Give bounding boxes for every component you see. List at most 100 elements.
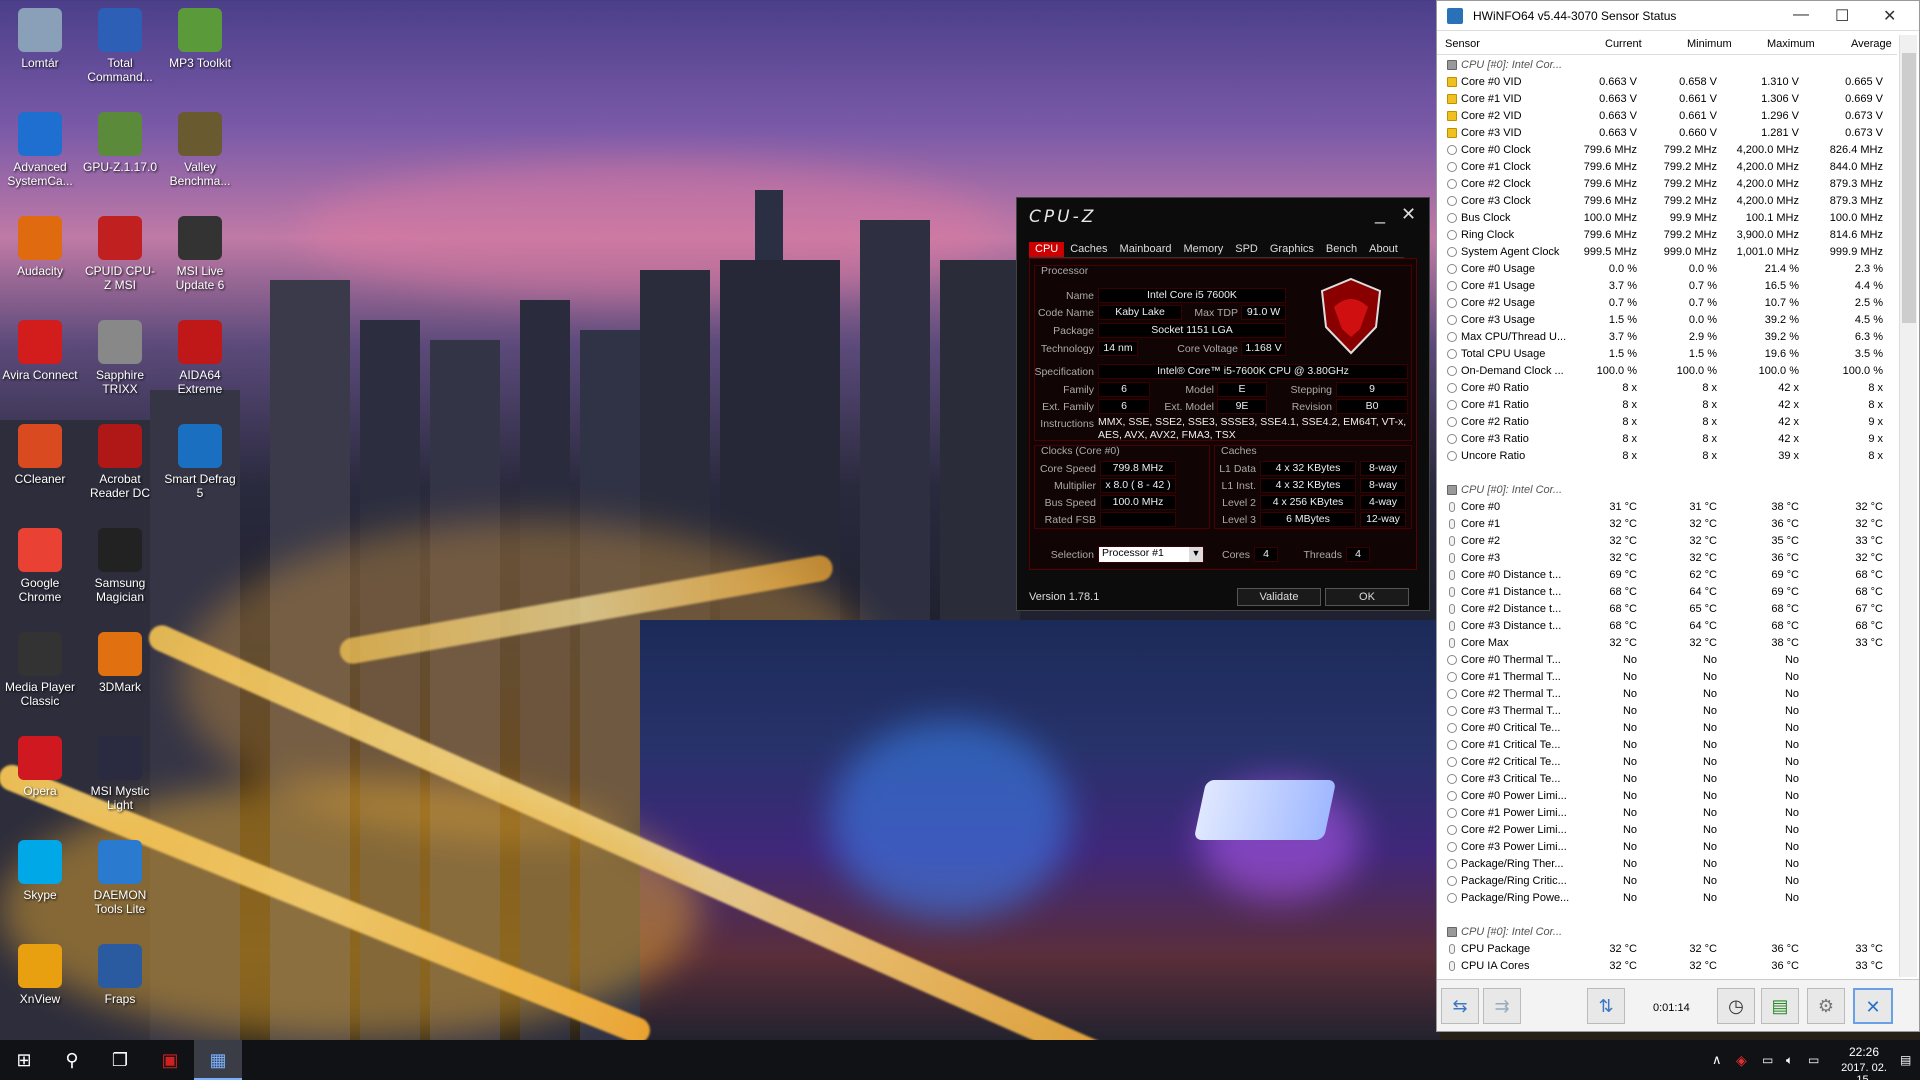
tab-mainboard[interactable]: Mainboard bbox=[1113, 242, 1178, 258]
table-row[interactable]: Core #3 Distance t... 68 °C 64 °C 68 °C 68 °… bbox=[1437, 618, 1897, 635]
tab-about[interactable]: About bbox=[1363, 242, 1404, 258]
desktop-icon[interactable]: MP3 Toolkit bbox=[162, 8, 238, 70]
taskbar-cpuz-icon[interactable]: ▣ bbox=[146, 1040, 194, 1080]
cpuz-window[interactable]: CPU-Z _ ✕ CPU Caches Mainboard Memory SPD Gra… bbox=[1016, 197, 1430, 611]
minimize-icon[interactable]: — bbox=[1793, 6, 1809, 24]
desktop-icon[interactable]: Google Chrome bbox=[2, 528, 78, 604]
clock-icon[interactable]: ◷ bbox=[1717, 988, 1755, 1024]
desktop-icon[interactable]: Smart Defrag 5 bbox=[162, 424, 238, 500]
table-row[interactable]: Core #1 Power Limi... No No No bbox=[1437, 805, 1897, 822]
windows-start-icon[interactable]: ⊞ bbox=[0, 1040, 48, 1080]
table-row[interactable]: Core #2 Distance t... 68 °C 65 °C 68 °C 67 °… bbox=[1437, 601, 1897, 618]
scrollbar[interactable] bbox=[1899, 35, 1917, 977]
tray-keyboard-icon[interactable]: ▭ bbox=[1808, 1040, 1819, 1080]
desktop-icon[interactable]: CPUID CPU-Z MSI bbox=[82, 216, 158, 292]
table-row[interactable]: Core #0 VID 0.663 V 0.658 V 1.310 V 0.665 V bbox=[1437, 74, 1897, 91]
table-row[interactable]: Core #3 Critical Te... No No No bbox=[1437, 771, 1897, 788]
close-icon[interactable]: ✕ bbox=[1401, 204, 1416, 225]
minimize-icon[interactable]: _ bbox=[1375, 204, 1385, 225]
desktop-icon[interactable]: DAEMON Tools Lite bbox=[82, 840, 158, 916]
tray-network-icon[interactable]: ▭ bbox=[1762, 1040, 1773, 1080]
table-row[interactable]: Core #1 Usage 3.7 % 0.7 % 16.5 % 4.4 % bbox=[1437, 278, 1897, 295]
desktop-icon[interactable]: Fraps bbox=[82, 944, 158, 1006]
report-icon[interactable]: ▤ bbox=[1761, 988, 1799, 1024]
col-current[interactable]: Current bbox=[1605, 38, 1642, 50]
table-row[interactable]: Core #0 Thermal T... No No No bbox=[1437, 652, 1897, 669]
desktop-icon[interactable]: Lomtár bbox=[2, 8, 78, 70]
table-row[interactable]: Core #2 VID 0.663 V 0.661 V 1.296 V 0.673 V bbox=[1437, 108, 1897, 125]
table-row[interactable]: Core #0 Clock 799.6 MHz 799.2 MHz 4,200.0 M… bbox=[1437, 142, 1897, 159]
table-row[interactable]: System Agent Clock 999.5 MHz 999.0 MHz 1,00… bbox=[1437, 244, 1897, 261]
table-row[interactable]: Core #1 Ratio 8 x 8 x 42 x 8 x bbox=[1437, 397, 1897, 414]
table-row[interactable]: Core #2 Critical Te... No No No bbox=[1437, 754, 1897, 771]
hwinfo-titlebar[interactable]: HWiNFO64 v5.44-3070 Sensor Status — ☐ ✕ bbox=[1437, 1, 1919, 31]
tab-spd[interactable]: SPD bbox=[1229, 242, 1264, 258]
desktop-icon[interactable]: Samsung Magician bbox=[82, 528, 158, 604]
table-row[interactable]: Core #3 Usage 1.5 % 0.0 % 39.2 % 4.5 % bbox=[1437, 312, 1897, 329]
table-row[interactable]: Core #1 Critical Te... No No No bbox=[1437, 737, 1897, 754]
desktop-icon[interactable]: MSI Live Update 6 bbox=[162, 216, 238, 292]
table-row[interactable]: Core #0 Distance t... 69 °C 62 °C 69 °C 68 °… bbox=[1437, 567, 1897, 584]
close-icon[interactable]: ✕ bbox=[1883, 6, 1896, 26]
table-row[interactable]: Core #2 Clock 799.6 MHz 799.2 MHz 4,200.0 M… bbox=[1437, 176, 1897, 193]
desktop-icon[interactable]: Skype bbox=[2, 840, 78, 902]
settings-gear-icon[interactable]: ⚙ bbox=[1807, 988, 1845, 1024]
table-row[interactable]: Core #3 Thermal T... No No No bbox=[1437, 703, 1897, 720]
maximize-icon[interactable]: ☐ bbox=[1835, 6, 1849, 26]
table-row[interactable]: Package/Ring Critic... No No No bbox=[1437, 873, 1897, 890]
table-row[interactable]: Core #1 Distance t... 68 °C 64 °C 69 °C 68 °… bbox=[1437, 584, 1897, 601]
desktop-icon[interactable]: Media Player Classic bbox=[2, 632, 78, 708]
network-icon[interactable]: ⇅ bbox=[1587, 988, 1625, 1024]
table-row[interactable]: Core #3 Ratio 8 x 8 x 42 x 9 x bbox=[1437, 431, 1897, 448]
ok-button[interactable]: OK bbox=[1325, 588, 1409, 606]
tab-memory[interactable]: Memory bbox=[1177, 242, 1230, 258]
tray-volume-icon[interactable]: 🔈︎ bbox=[1786, 1040, 1793, 1080]
sensor-group-header[interactable]: CPU [#0]: Intel Cor... bbox=[1437, 57, 1897, 74]
chevron-down-icon[interactable]: ▼ bbox=[1189, 547, 1203, 562]
task-view-icon[interactable]: ❐ bbox=[96, 1040, 144, 1080]
desktop-icon[interactable]: Avira Connect bbox=[2, 320, 78, 382]
table-row[interactable]: On-Demand Clock ... 100.0 % 100.0 % 100.0 %… bbox=[1437, 363, 1897, 380]
scrollbar-thumb[interactable] bbox=[1902, 53, 1916, 323]
table-row[interactable]: Bus Clock 100.0 MHz 99.9 MHz 100.1 MHz 100.0… bbox=[1437, 210, 1897, 227]
table-row[interactable]: Core #0 31 °C 31 °C 38 °C 32 °C bbox=[1437, 499, 1897, 516]
processor-select[interactable]: Processor #1 ▼ bbox=[1098, 546, 1204, 563]
desktop-icon[interactable]: Sapphire TRIXX bbox=[82, 320, 158, 396]
table-row[interactable]: Package/Ring Ther... No No No bbox=[1437, 856, 1897, 873]
col-maximum[interactable]: Maximum bbox=[1767, 38, 1815, 50]
table-row[interactable]: Core #2 Thermal T... No No No bbox=[1437, 686, 1897, 703]
table-row[interactable]: Core #0 Critical Te... No No No bbox=[1437, 720, 1897, 737]
tab-graphics[interactable]: Graphics bbox=[1263, 242, 1320, 258]
desktop-icon[interactable]: Advanced SystemCa... bbox=[2, 112, 78, 188]
desktop-icon[interactable]: Valley Benchma... bbox=[162, 112, 238, 188]
tray-clock[interactable]: 22:26 2017. 02. 15. bbox=[1834, 1040, 1894, 1080]
sensor-group-header[interactable]: CPU [#0]: Intel Cor... bbox=[1437, 482, 1897, 499]
col-minimum[interactable]: Minimum bbox=[1687, 38, 1732, 50]
tray-avira-icon[interactable]: ◈ bbox=[1736, 1040, 1747, 1080]
table-row[interactable]: Core #0 Ratio 8 x 8 x 42 x 8 x bbox=[1437, 380, 1897, 397]
table-row[interactable]: Total CPU Usage 1.5 % 1.5 % 19.6 % 3.5 % bbox=[1437, 346, 1897, 363]
table-row[interactable]: Core #2 Ratio 8 x 8 x 42 x 9 x bbox=[1437, 414, 1897, 431]
table-row[interactable]: Core #3 32 °C 32 °C 36 °C 32 °C bbox=[1437, 550, 1897, 567]
desktop-icon[interactable]: XnView bbox=[2, 944, 78, 1006]
col-sensor[interactable]: Sensor bbox=[1445, 38, 1480, 50]
nav-left-right-icon[interactable]: ⇆ bbox=[1441, 988, 1479, 1024]
desktop-icon[interactable]: Opera bbox=[2, 736, 78, 798]
tab-cpu[interactable]: CPU bbox=[1029, 242, 1065, 258]
table-row[interactable]: Core #1 Clock 799.6 MHz 799.2 MHz 4,200.0 M… bbox=[1437, 159, 1897, 176]
desktop-icon[interactable]: 3DMark bbox=[82, 632, 158, 694]
table-row[interactable]: Max CPU/Thread U... 3.7 % 2.9 % 39.2 % 6.3 % bbox=[1437, 329, 1897, 346]
table-row[interactable]: Uncore Ratio 8 x 8 x 39 x 8 x bbox=[1437, 448, 1897, 465]
desktop-icon[interactable]: Acrobat Reader DC bbox=[82, 424, 158, 500]
table-row[interactable]: Core #0 Power Limi... No No No bbox=[1437, 788, 1897, 805]
table-row[interactable]: Core #3 Power Limi... No No No bbox=[1437, 839, 1897, 856]
tab-caches[interactable]: Caches bbox=[1064, 242, 1114, 258]
table-row[interactable]: Core #2 32 °C 32 °C 35 °C 33 °C bbox=[1437, 533, 1897, 550]
table-row[interactable]: Ring Clock 799.6 MHz 799.2 MHz 3,900.0 MHz 8… bbox=[1437, 227, 1897, 244]
table-row[interactable]: Core #3 VID 0.663 V 0.660 V 1.281 V 0.673 V bbox=[1437, 125, 1897, 142]
table-row[interactable]: Core #0 Usage 0.0 % 0.0 % 21.4 % 2.3 % bbox=[1437, 261, 1897, 278]
desktop-icon[interactable]: Total Command... bbox=[82, 8, 158, 84]
desktop-icon[interactable]: MSI Mystic Light bbox=[82, 736, 158, 812]
table-row[interactable]: Core Max 32 °C 32 °C 38 °C 33 °C bbox=[1437, 635, 1897, 652]
tray-chevron-icon[interactable]: ∧ bbox=[1712, 1040, 1722, 1080]
